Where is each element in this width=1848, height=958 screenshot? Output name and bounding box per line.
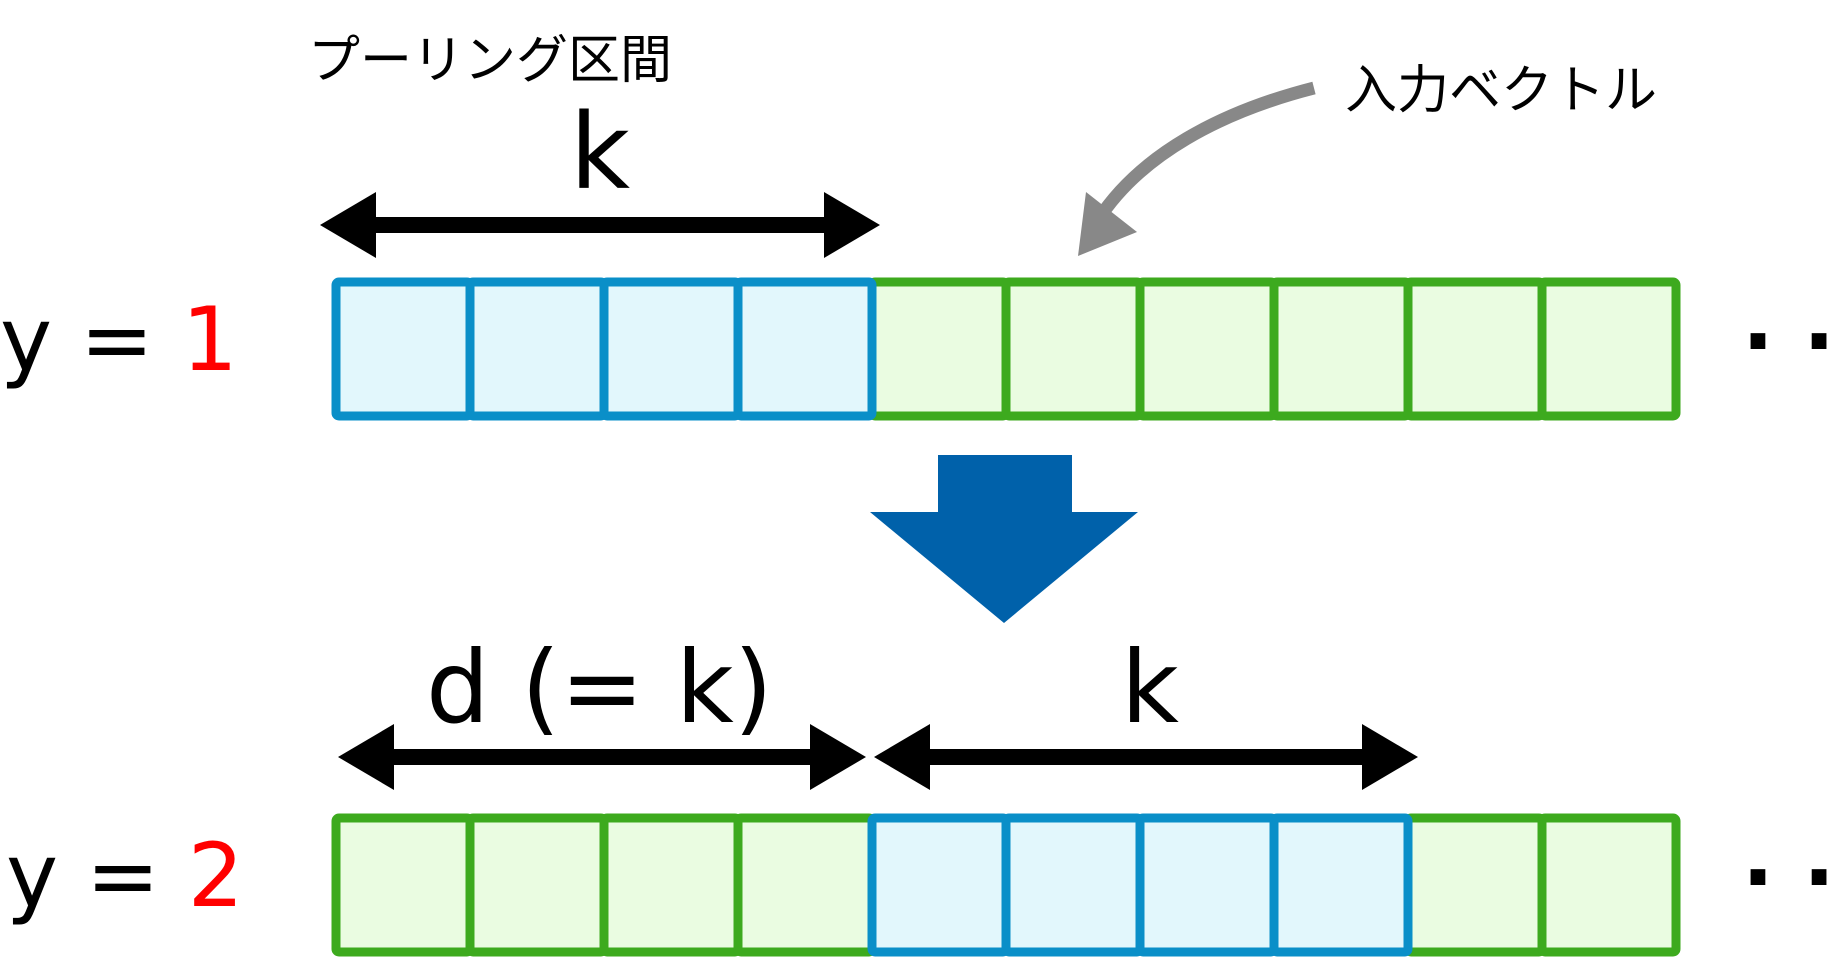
window-cell-fill	[738, 282, 872, 416]
pooling-interval-label: プーリング区間	[308, 31, 672, 91]
arrow-head-right	[810, 724, 866, 790]
vector-cell-fill	[1140, 282, 1274, 416]
k-label-bottom: k	[1121, 629, 1179, 746]
vector-cell-fill	[1408, 818, 1542, 952]
row1-vector	[331, 277, 1681, 421]
arrow-head-left	[874, 724, 930, 790]
vector-cell-fill	[738, 818, 872, 952]
k-label-top: k	[570, 91, 630, 213]
row2-vector	[331, 813, 1681, 957]
vector-cell-fill	[1542, 818, 1676, 952]
window-cell-fill	[604, 282, 738, 416]
row2-y-value: 2	[188, 824, 244, 927]
vector-cell-fill	[1542, 282, 1676, 416]
window-cell-fill	[470, 282, 604, 416]
window-cell-fill	[1140, 818, 1274, 952]
row2-y-prefix: y =	[6, 824, 160, 927]
arrow-head-left	[338, 724, 394, 790]
pooling-diagram: プーリング区間 k 入力ベクトル y = 1 · · · d (= k) k y…	[0, 31, 1848, 957]
window-cell-fill	[336, 282, 470, 416]
row2-ellipsis: · · ·	[1742, 828, 1848, 926]
window-cell-fill	[1006, 818, 1140, 952]
d-equals-k-label: d (= k)	[426, 629, 773, 746]
input-vector-pointer-arrow	[1078, 81, 1316, 256]
vector-cell-fill	[1006, 282, 1140, 416]
arrow-head-right	[824, 192, 880, 258]
pointer-arrow-shaft	[1092, 81, 1316, 224]
row1-ellipsis: · · ·	[1742, 292, 1848, 390]
arrow-head-right	[1362, 724, 1418, 790]
input-vector-label: 入力ベクトル	[1345, 61, 1657, 121]
transition-down-arrow	[870, 455, 1138, 623]
vector-cell-fill	[604, 818, 738, 952]
vector-cell-fill	[470, 818, 604, 952]
row2-y-label: y = 2	[6, 824, 244, 927]
vector-cell-fill	[1274, 282, 1408, 416]
window-cell-fill	[872, 818, 1006, 952]
window-cell-fill	[1274, 818, 1408, 952]
vector-cell-fill	[336, 818, 470, 952]
row1-y-value: 1	[182, 288, 238, 391]
row1-y-prefix: y =	[0, 288, 154, 391]
arrow-head-left	[320, 192, 376, 258]
row1-y-label: y = 1	[0, 288, 238, 391]
vector-cell-fill	[1408, 282, 1542, 416]
vector-cell-fill	[872, 282, 1006, 416]
